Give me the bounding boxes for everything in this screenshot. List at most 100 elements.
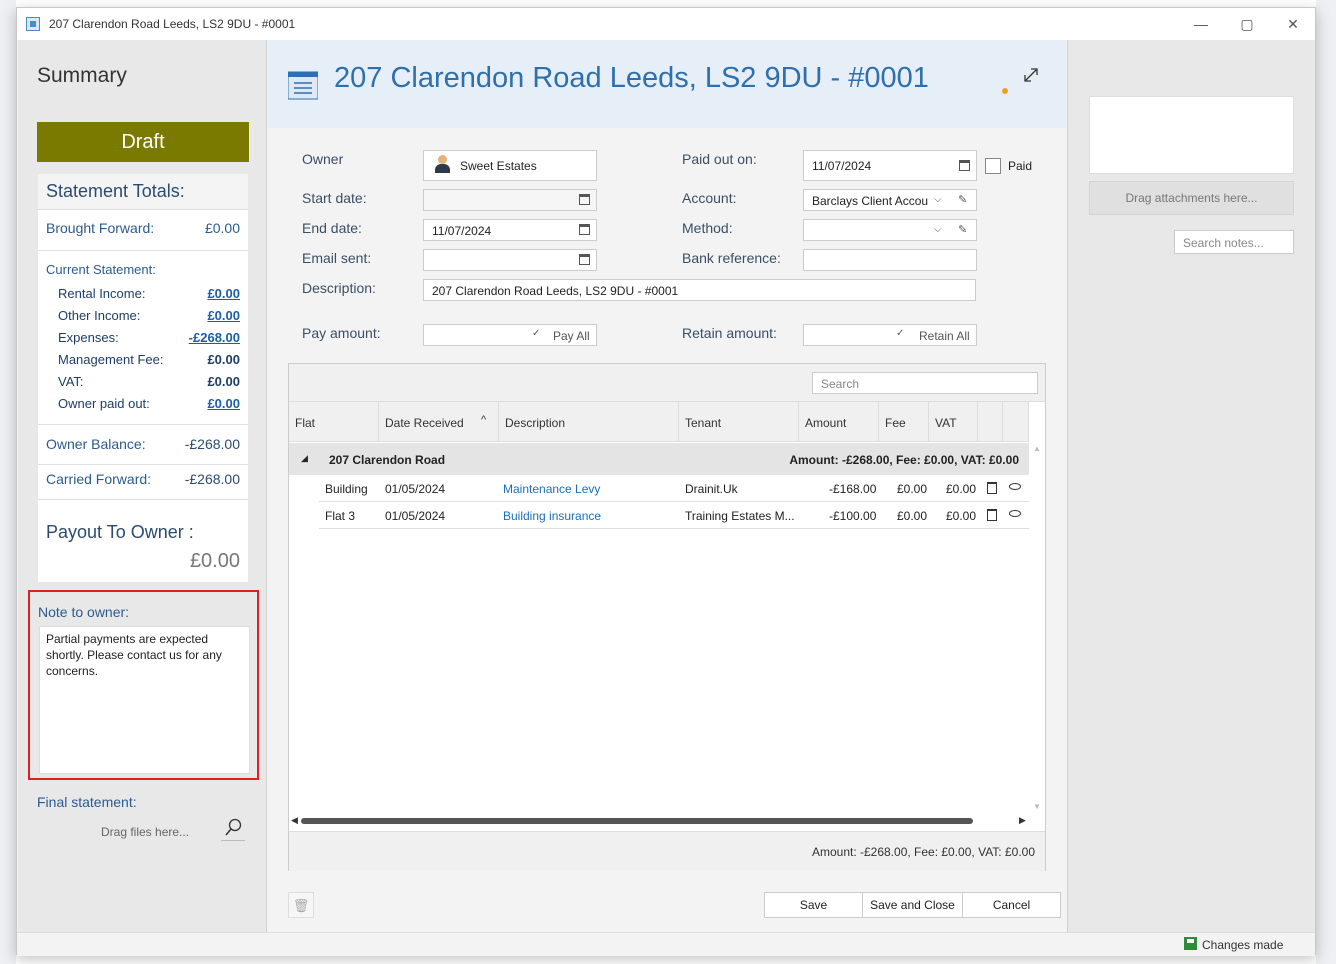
expand-icon[interactable] [1022,66,1040,84]
end-date-value: 11/07/2024 [432,224,492,238]
rental-income-label: Rental Income: [58,286,146,301]
note-textarea[interactable]: Partial payments are expected shortly. P… [39,626,250,774]
divider [38,464,248,465]
close-button[interactable]: ✕ [1273,12,1313,36]
view-icon[interactable] [1009,510,1021,517]
minimize-button[interactable]: — [1181,12,1221,36]
status-bar: Changes made [17,932,1315,956]
calendar-icon[interactable] [959,160,970,171]
trash-icon[interactable] [987,482,997,494]
cell-flat: Flat 3 [325,509,356,523]
column-header-amount[interactable]: Amount [799,402,879,442]
date-received-label: Date Received [385,416,464,430]
carried-forward-value: -£268.00 [184,471,240,487]
chevron-down-icon[interactable]: ⌵ [934,194,942,205]
scroll-left-arrow-icon[interactable]: ◀ [291,815,298,826]
chevron-down-icon[interactable]: ⌵ [934,224,942,235]
paid-out-on-value: 11/07/2024 [812,159,872,173]
account-select[interactable]: Barclays Client Accou ⌵ ✎ [803,189,977,211]
retain-amount-field[interactable]: ✓ Retain All [803,324,977,346]
check-icon: ✓ [532,328,541,339]
save-and-close-button[interactable]: Save and Close [862,892,963,918]
search-notes-input[interactable]: Search notes... [1174,230,1294,254]
current-statement-label: Current Statement: [46,262,156,277]
trash-icon[interactable] [987,509,997,521]
email-sent-field[interactable] [423,249,597,271]
current-statement-row: Current Statement: [46,262,240,282]
bank-reference-field[interactable] [803,249,977,271]
other-income-link[interactable]: £0.00 [207,308,240,323]
owner-value: Sweet Estates [460,159,537,173]
grid-toolbar: Search [289,364,1045,402]
calendar-icon[interactable] [579,224,590,235]
paid-checkbox[interactable] [985,158,1001,174]
payout-value: £0.00 [189,550,240,572]
retain-all-button[interactable]: Retain All [919,329,970,343]
pay-all-button[interactable]: Pay All [553,329,590,343]
status-text: Changes made [1202,938,1284,952]
rental-income-link[interactable]: £0.00 [207,286,240,301]
column-header-vat[interactable]: VAT [929,402,978,442]
maximize-button[interactable]: ▢ [1227,12,1267,36]
save-button[interactable]: Save [764,892,863,918]
table-row[interactable]: Building 01/05/2024 Maintenance Levy Dra… [319,475,1029,502]
calendar-icon[interactable] [579,194,590,205]
description-field[interactable]: 207 Clarendon Road Leeds, LS2 9DU - #000… [423,279,976,301]
scroll-up-arrow-icon[interactable]: ▲ [1033,444,1041,453]
attachments-preview [1089,96,1294,174]
unsaved-indicator [1002,88,1008,94]
carried-forward-label: Carried Forward: [46,471,152,487]
scroll-down-arrow-icon[interactable]: ▼ [1033,802,1041,811]
column-header-date-received[interactable]: Date Received ^ [379,402,499,442]
cancel-button[interactable]: Cancel [962,892,1061,918]
paid-out-on-label: Paid out on: [682,151,757,167]
column-header-tenant[interactable]: Tenant [679,402,799,442]
statement-icon [288,71,318,100]
drag-files-drop-zone[interactable]: Drag files here... [101,825,189,839]
cell-amount: -£168.00 [829,482,877,496]
pay-amount-label: Pay amount: [302,325,381,341]
view-icon[interactable] [1009,483,1021,490]
grid-search-input[interactable]: Search [812,372,1038,394]
paid-label: Paid [1008,159,1033,173]
paid-out-on-field[interactable]: 11/07/2024 [803,150,977,181]
expenses-link[interactable]: -£268.00 [189,330,240,345]
column-header-description[interactable]: Description [499,402,679,442]
owner-paid-out-link[interactable]: £0.00 [207,396,240,411]
expenses-label: Expenses: [58,330,119,345]
collapse-triangle-icon[interactable]: ◢ [301,453,308,464]
window-title: 207 Clarendon Road Leeds, LS2 9DU - #000… [49,17,296,31]
brought-forward-value: £0.00 [204,220,240,236]
start-date-field[interactable] [423,189,597,211]
browse-files-button[interactable] [221,817,245,841]
method-select[interactable]: ⌵ ✎ [803,219,977,241]
edit-icon[interactable]: ✎ [958,193,967,206]
column-header-flat[interactable]: Flat [289,402,379,442]
group-name: 207 Clarendon Road [329,453,446,467]
pay-amount-field[interactable]: ✓ Pay All [423,324,597,346]
owner-paid-out-row: Owner paid out: £0.00 [58,396,240,414]
owner-field[interactable]: Sweet Estates [423,150,597,181]
divider [38,250,248,251]
account-value: Barclays Client Accou [812,194,929,208]
trash-icon: 🗑 [292,898,310,913]
brought-forward-label: Brought Forward: [46,220,155,236]
description-link[interactable]: Building insurance [503,509,601,523]
calendar-icon[interactable] [579,254,590,265]
edit-icon[interactable]: ✎ [958,223,967,236]
grid-footer-totals: Amount: -£268.00, Fee: £0.00, VAT: £0.00 [811,845,1035,859]
header-band: 207 Clarendon Road Leeds, LS2 9DU - #000… [268,40,1066,128]
column-header-fee[interactable]: Fee [879,402,929,442]
table-row[interactable]: Flat 3 01/05/2024 Building insurance Tra… [319,502,1029,529]
save-icon [1184,937,1197,950]
scroll-right-arrow-icon[interactable]: ▶ [1019,815,1026,826]
delete-statement-button[interactable]: 🗑 [288,892,314,918]
drag-attachments-drop-zone[interactable]: Drag attachments here... [1089,181,1294,215]
description-link[interactable]: Maintenance Levy [503,482,600,496]
group-row[interactable]: ◢ 207 Clarendon Road Amount: -£268.00, F… [289,443,1029,475]
description-label: Description: [302,280,376,296]
horizontal-scrollbar[interactable] [301,818,973,824]
email-sent-label: Email sent: [302,250,372,266]
final-statement-label: Final statement: [37,794,137,810]
end-date-field[interactable]: 11/07/2024 [423,219,597,241]
